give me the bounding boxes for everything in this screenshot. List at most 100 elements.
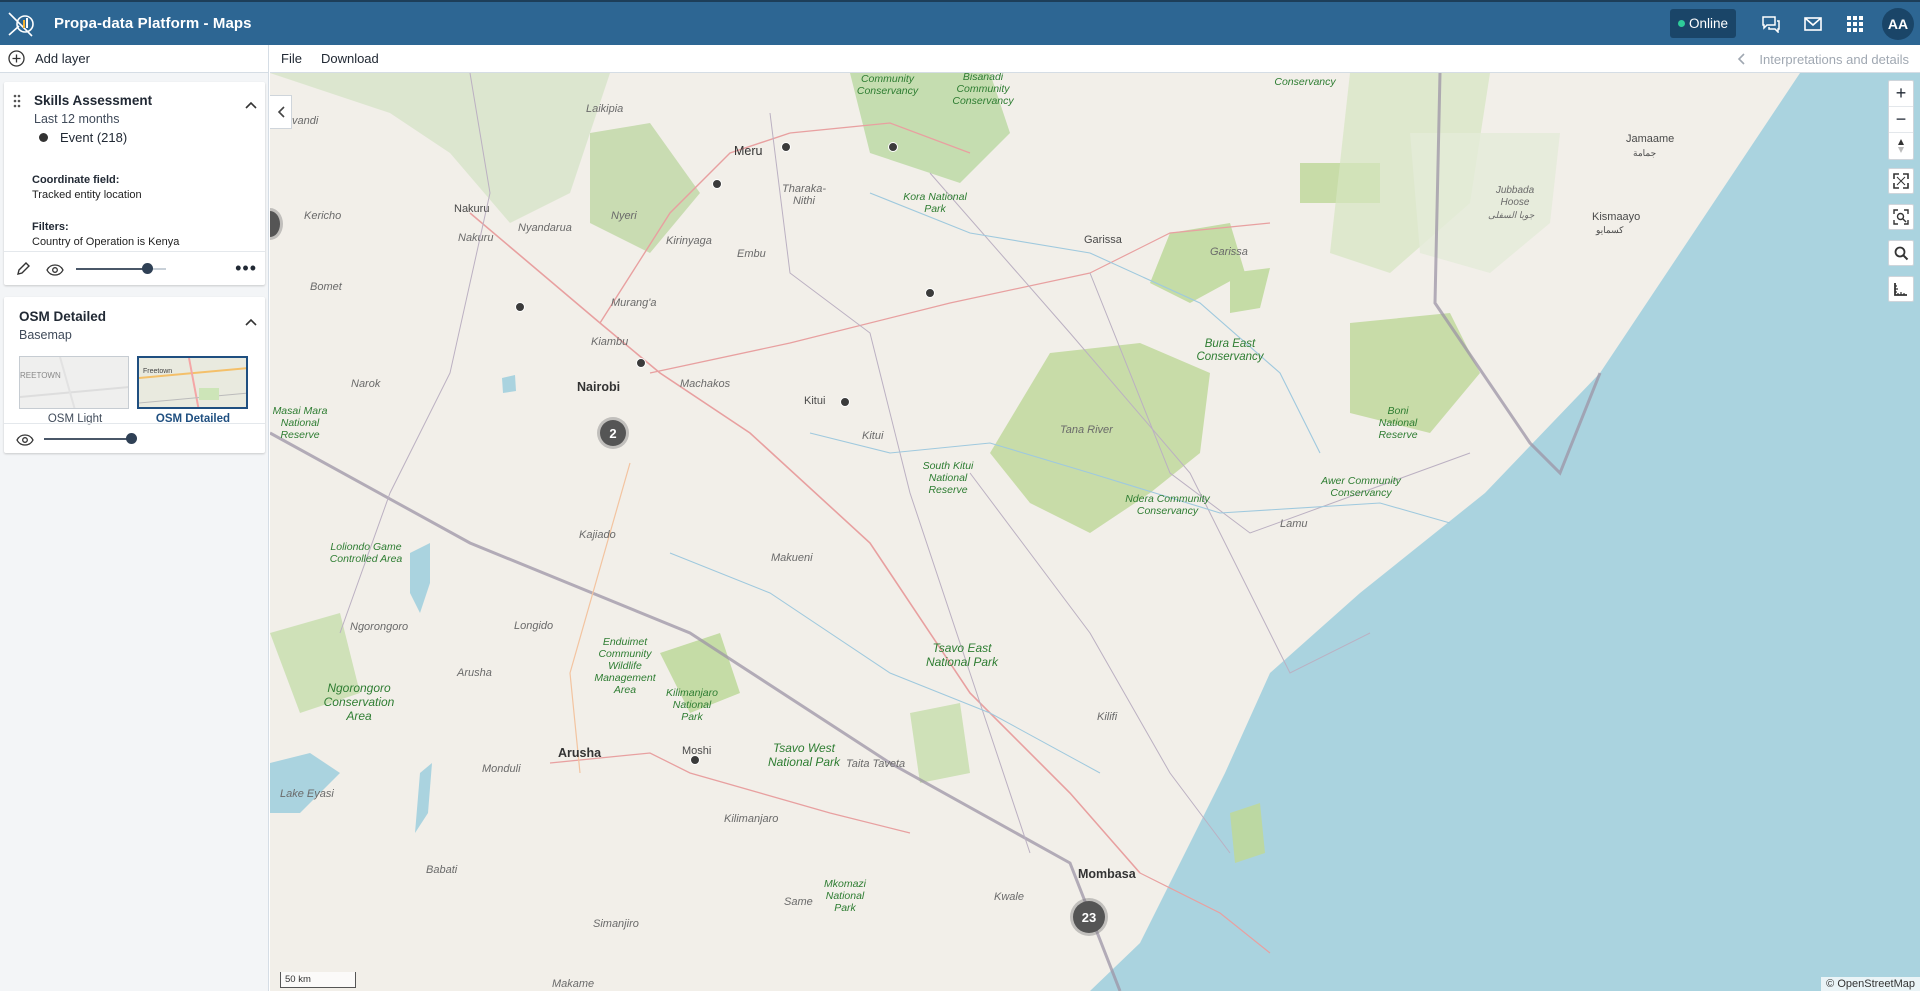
map-label-tharaka: Tharaka-Nithi — [782, 183, 827, 207]
app-title: Propa-data Platform - Maps — [54, 15, 252, 32]
map-label-kitui: Kitui — [804, 395, 826, 407]
chevron-left-icon — [277, 106, 285, 118]
map-label-nyandarua: Nyandarua — [518, 222, 572, 234]
map-label-boni: Boni National Reserve — [1378, 405, 1418, 441]
interpretations-label: Interpretations and details — [1759, 51, 1909, 67]
zoom-to-content-button[interactable] — [1888, 204, 1914, 230]
search-place-button[interactable] — [1888, 240, 1914, 266]
map-label-tsavo-east: Tsavo East National Park — [925, 641, 999, 669]
map-label-garissa: Garissa — [1084, 234, 1122, 246]
fullscreen-icon — [1893, 173, 1909, 189]
event-marker[interactable] — [781, 142, 791, 152]
map-label-garissa-county: Garissa — [1210, 246, 1248, 258]
online-status-label: Online — [1688, 16, 1728, 31]
event-marker[interactable] — [925, 288, 935, 298]
filters-value: Country of Operation is Kenya — [32, 236, 180, 248]
scale-bar: 50 km — [280, 972, 356, 988]
opacity-slider-fill — [44, 438, 132, 440]
basemap-subtitle: Basemap — [19, 328, 72, 342]
coordinate-field-value: Tracked entity location — [32, 189, 142, 201]
map-label-ngorongoro-ca: Ngorongoro Conservation Area — [323, 681, 395, 723]
map-label-jamaame: Jamaame — [1626, 133, 1675, 145]
map-label-kismaayo: Kismaayo — [1592, 211, 1641, 223]
event-cluster[interactable]: 23 — [1073, 901, 1105, 933]
chevron-left-icon — [1738, 53, 1745, 65]
interpretations-toggle[interactable]: Interpretations and details — [1737, 45, 1909, 73]
map-label-kilifi: Kilifi — [1097, 711, 1118, 723]
basemap-layer-card: OSM Detailed Basemap REETOWN Freetown OS… — [4, 297, 265, 453]
search-icon — [1894, 246, 1908, 260]
basemap-thumb-osm-detailed[interactable]: Freetown — [137, 356, 248, 409]
zoom-extent-icon — [1893, 209, 1909, 225]
thematic-layer-card: Skills Assessment Last 12 months Event (… — [4, 82, 265, 285]
map-label-nakuru: Nakuru — [454, 203, 490, 215]
map-label-embu: Embu — [737, 248, 766, 260]
apps-icon[interactable] — [1834, 2, 1876, 45]
opacity-slider-knob[interactable] — [126, 433, 137, 444]
zoom-controls: + − — [1888, 80, 1914, 160]
add-circle-icon — [8, 50, 25, 67]
more-options-icon[interactable]: ••• — [235, 259, 257, 277]
map-label-conservancy-1: Community Conservancy — [856, 73, 919, 97]
map-label-monduli: Monduli — [482, 763, 521, 775]
fullscreen-button[interactable] — [1888, 168, 1914, 194]
map-attribution[interactable]: © OpenStreetMap — [1821, 977, 1920, 991]
zoom-out-button[interactable]: − — [1889, 107, 1913, 133]
map-canvas[interactable]: Meru Nairobi Arusha Mombasa Moshi Gariss… — [270, 73, 1920, 991]
app-header: Propa-data Platform - Maps Online AA — [0, 0, 1920, 45]
add-layer-button[interactable]: Add layer — [0, 45, 268, 73]
map-label-same: Same — [784, 896, 813, 908]
map-label-vandi: vandi — [292, 115, 319, 127]
messages-icon[interactable] — [1792, 2, 1834, 45]
basemap-title: OSM Detailed — [19, 309, 107, 324]
user-avatar[interactable]: AA — [1882, 7, 1914, 40]
event-marker[interactable] — [636, 358, 646, 368]
opacity-slider[interactable] — [76, 263, 166, 274]
layer-period: Last 12 months — [34, 112, 120, 126]
basemap-thumb-osm-light[interactable]: REETOWN — [19, 356, 129, 409]
map-label-bisanadi: Bisanadi Community Conservancy — [952, 73, 1014, 107]
map-label-kilimanjaro-np: Kilimanjaro National Park — [666, 687, 718, 723]
filters-label: Filters: — [32, 221, 69, 233]
download-menu[interactable]: Download — [321, 51, 379, 66]
collapse-panel-button[interactable] — [270, 95, 292, 129]
app-logo-icon[interactable] — [6, 9, 36, 39]
map-label-makame: Makame — [552, 978, 595, 990]
interpretations-icon[interactable] — [1750, 2, 1792, 45]
map-label-narok: Narok — [351, 378, 381, 390]
event-marker[interactable] — [712, 179, 722, 189]
online-status-badge[interactable]: Online — [1669, 9, 1736, 38]
event-marker[interactable] — [515, 302, 525, 312]
event-marker[interactable] — [840, 397, 850, 407]
opacity-slider-knob[interactable] — [142, 263, 153, 274]
map-label-kitui-county: Kitui — [862, 430, 884, 442]
map-label-makueni: Makueni — [771, 552, 813, 564]
compass-reset-button[interactable] — [1889, 133, 1913, 159]
map-label-nakuru-county: Nakuru — [458, 232, 494, 244]
map-label-lamu: Lamu — [1280, 518, 1308, 530]
file-menu[interactable]: File — [281, 51, 302, 66]
drag-handle-icon[interactable] — [13, 94, 21, 113]
zoom-in-button[interactable]: + — [1889, 81, 1913, 107]
map-label-tana: Tana River — [1060, 424, 1113, 436]
chevron-up-icon[interactable] — [245, 96, 257, 114]
map-label-taita: Taita Taveta — [846, 758, 906, 770]
map-label-meru: Meru — [734, 144, 763, 158]
event-cluster[interactable]: 2 — [600, 420, 626, 446]
event-marker[interactable] — [888, 142, 898, 152]
visibility-eye-icon[interactable] — [46, 263, 64, 281]
chevron-up-icon[interactable] — [245, 313, 257, 331]
opacity-slider[interactable] — [44, 433, 137, 444]
map-label-mombasa: Mombasa — [1078, 867, 1136, 881]
map-label-arusha: Arusha — [558, 746, 602, 760]
opacity-slider-fill — [76, 268, 148, 270]
map-label-lake-eyasi: Lake Eyasi — [280, 788, 334, 800]
measure-button[interactable] — [1888, 276, 1914, 302]
map-toolbar: File Download Interpretations and detail… — [270, 45, 1920, 73]
visibility-eye-icon[interactable] — [16, 433, 34, 451]
legend-item: Event (218) — [39, 130, 127, 145]
edit-icon[interactable] — [16, 261, 31, 281]
map-label-kwale: Kwale — [994, 891, 1024, 903]
basemap-tiles — [270, 73, 1920, 991]
event-marker[interactable] — [690, 755, 700, 765]
